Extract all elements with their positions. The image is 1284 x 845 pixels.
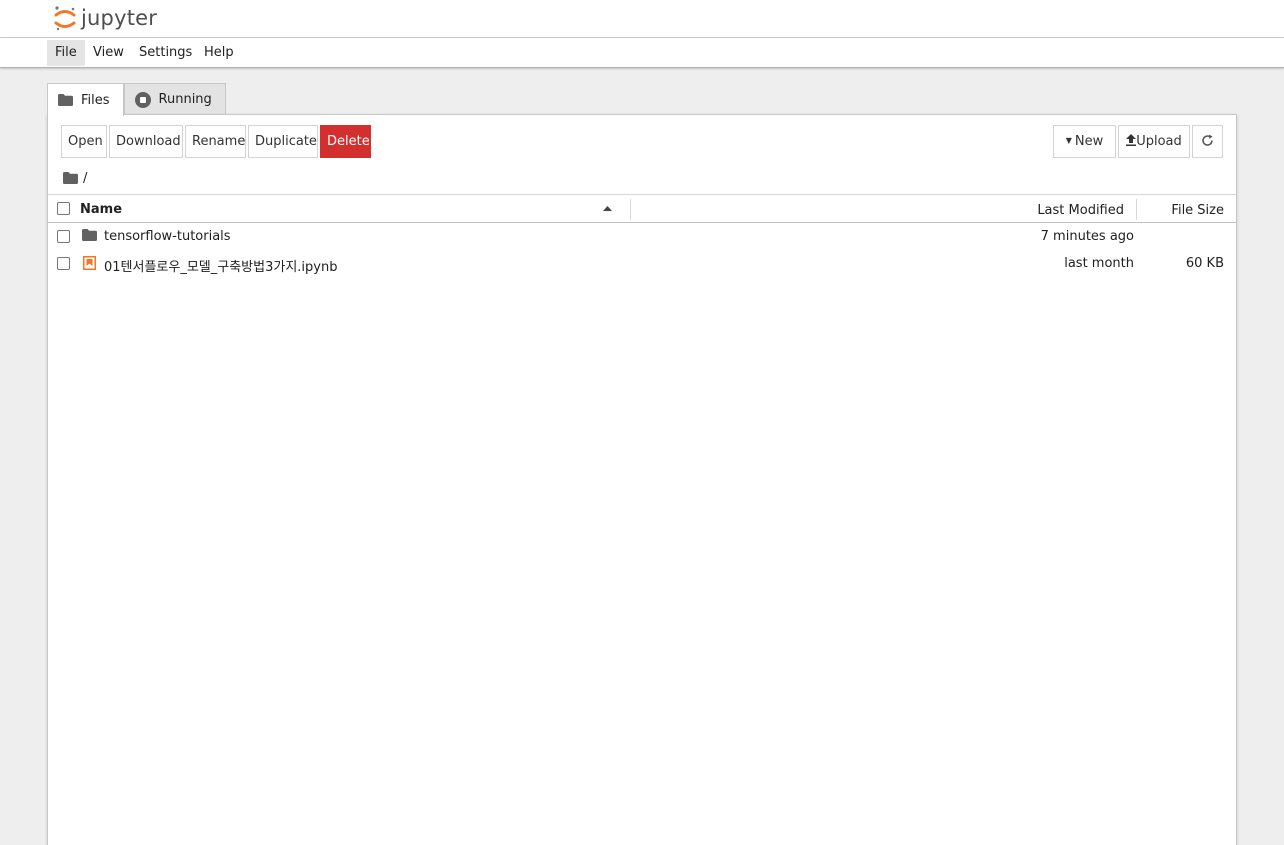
open-button[interactable]: Open <box>61 125 107 158</box>
tab-running[interactable]: Running <box>123 83 226 115</box>
tab-files[interactable]: Files <box>47 83 124 116</box>
menu-view[interactable]: View <box>85 40 132 66</box>
column-header-modified[interactable]: Last Modified <box>1037 203 1124 218</box>
folder-icon <box>58 94 73 106</box>
column-header-name[interactable]: Name <box>80 202 122 217</box>
new-button[interactable]: ▼ New <box>1053 125 1116 158</box>
download-button[interactable]: Download <box>109 125 183 158</box>
top-bar: jupyter <box>0 0 1284 38</box>
delete-button[interactable]: Delete <box>320 125 371 158</box>
item-name[interactable]: tensorflow-tutorials <box>104 229 231 244</box>
duplicate-button[interactable]: Duplicate <box>248 125 318 158</box>
item-size: 60 KB <box>1185 256 1224 271</box>
refresh-icon <box>1202 134 1213 146</box>
jupyter-logo-icon <box>54 6 76 31</box>
jupyter-logo[interactable]: jupyter <box>53 3 157 33</box>
breadcrumb-path[interactable]: / <box>83 171 87 186</box>
menu-settings[interactable]: Settings <box>131 40 200 66</box>
column-header-size[interactable]: File Size <box>1171 203 1224 218</box>
notebook-icon <box>83 256 96 270</box>
file-list-header: Name Last Modified File Size <box>48 194 1236 223</box>
item-name[interactable]: 01텐서플로우_모델_구축방법3가지.ipynb <box>104 256 337 275</box>
rename-button[interactable]: Rename <box>185 125 246 158</box>
new-button-label: New <box>1074 134 1104 149</box>
tab-files-label: Files <box>81 92 110 108</box>
tab-running-label: Running <box>158 92 212 107</box>
item-checkbox[interactable] <box>57 230 70 243</box>
caret-down-icon: ▼ <box>1065 136 1072 145</box>
column-separator[interactable] <box>630 199 631 220</box>
column-separator[interactable] <box>1136 199 1137 220</box>
select-all-checkbox[interactable] <box>57 202 70 215</box>
file-list-item[interactable]: 01텐서플로우_모델_구축방법3가지.ipynb last month 60 K… <box>48 250 1236 277</box>
item-checkbox[interactable] <box>57 257 70 270</box>
folder-icon <box>82 229 97 241</box>
stop-circle-icon <box>134 91 151 108</box>
sort-ascending-icon[interactable] <box>603 206 612 211</box>
item-modified: 7 minutes ago <box>1040 229 1134 244</box>
upload-icon <box>1126 134 1137 146</box>
upload-button[interactable]: Upload <box>1118 125 1190 158</box>
breadcrumb: / <box>63 169 87 187</box>
menu-bar: File View Settings Help <box>0 38 1284 68</box>
logo-text: jupyter <box>81 6 158 30</box>
menu-file[interactable]: File <box>47 40 85 66</box>
tab-bar: Files Running <box>47 83 226 116</box>
file-list-item[interactable]: tensorflow-tutorials 7 minutes ago <box>48 223 1236 250</box>
folder-icon[interactable] <box>63 172 78 184</box>
menu-help[interactable]: Help <box>196 40 242 66</box>
refresh-button[interactable] <box>1192 125 1223 158</box>
file-browser-panel: Open Download Rename Duplicate Delete ▼ N… <box>47 114 1237 845</box>
upload-button-label: Upload <box>1136 134 1182 149</box>
item-modified: last month <box>1064 256 1134 271</box>
